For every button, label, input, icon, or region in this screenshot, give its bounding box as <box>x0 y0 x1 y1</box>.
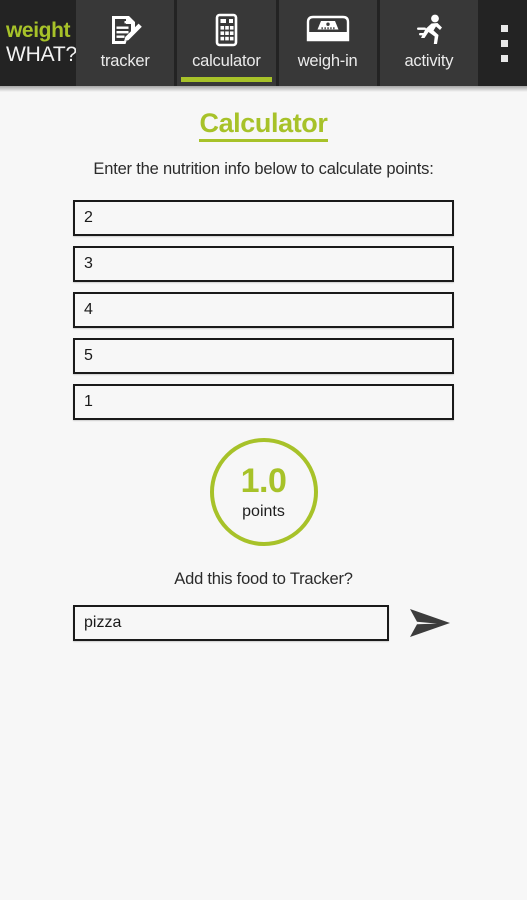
overflow-menu-icon[interactable] <box>481 0 527 86</box>
scale-icon <box>302 9 354 51</box>
note-pencil-icon <box>105 9 145 51</box>
nutrition-input-3[interactable] <box>73 292 454 328</box>
page-title: Calculator <box>0 108 527 142</box>
points-value: 1.0 <box>240 461 287 500</box>
tab-calculator-underline <box>181 77 272 82</box>
nutrition-fields <box>0 200 527 420</box>
tab-weigh-in-underline <box>283 77 373 82</box>
tab-calculator-label: calculator <box>192 52 261 70</box>
add-to-tracker-prompt: Add this food to Tracker? <box>174 570 353 588</box>
overflow-dot-2 <box>500 39 508 47</box>
food-name-input[interactable] <box>73 605 389 641</box>
running-person-icon <box>409 9 449 51</box>
tab-tracker-underline <box>80 77 170 82</box>
add-to-tracker-row <box>0 602 527 644</box>
top-navigation-bar: weight WHAT? tracker calculator weigh-in… <box>0 0 527 92</box>
points-label: points <box>242 502 285 520</box>
logo-line-2: WHAT? <box>6 43 77 66</box>
tab-calculator[interactable]: calculator <box>177 0 276 86</box>
nutrition-input-1[interactable] <box>73 200 454 236</box>
main-content: Calculator Enter the nutrition info belo… <box>0 86 527 900</box>
tab-activity[interactable]: activity <box>379 0 478 86</box>
overflow-dot-3 <box>500 54 508 62</box>
calculator-icon <box>206 9 246 51</box>
tab-activity-underline <box>384 77 474 82</box>
overflow-dot-1 <box>500 24 508 32</box>
app-logo: weight WHAT? <box>0 0 77 86</box>
logo-line-1: weight <box>6 19 71 42</box>
points-result: 1.0 points <box>0 438 527 546</box>
send-arrow-icon[interactable] <box>407 602 454 644</box>
points-circle: 1.0 points <box>209 438 318 546</box>
nutrition-input-5[interactable] <box>73 384 454 420</box>
tab-tracker[interactable]: tracker <box>76 0 175 86</box>
tab-weigh-in[interactable]: weigh-in <box>278 0 377 86</box>
tab-tracker-label: tracker <box>100 52 150 70</box>
nutrition-input-4[interactable] <box>73 338 454 374</box>
nutrition-input-2[interactable] <box>73 246 454 282</box>
tab-activity-label: activity <box>404 52 454 70</box>
tab-weigh-in-label: weigh-in <box>297 52 358 70</box>
tab-bar: tracker calculator weigh-in activity <box>76 0 481 86</box>
instructions-text: Enter the nutrition info below to calcul… <box>93 160 434 178</box>
page-title-text: Calculator <box>199 108 328 142</box>
